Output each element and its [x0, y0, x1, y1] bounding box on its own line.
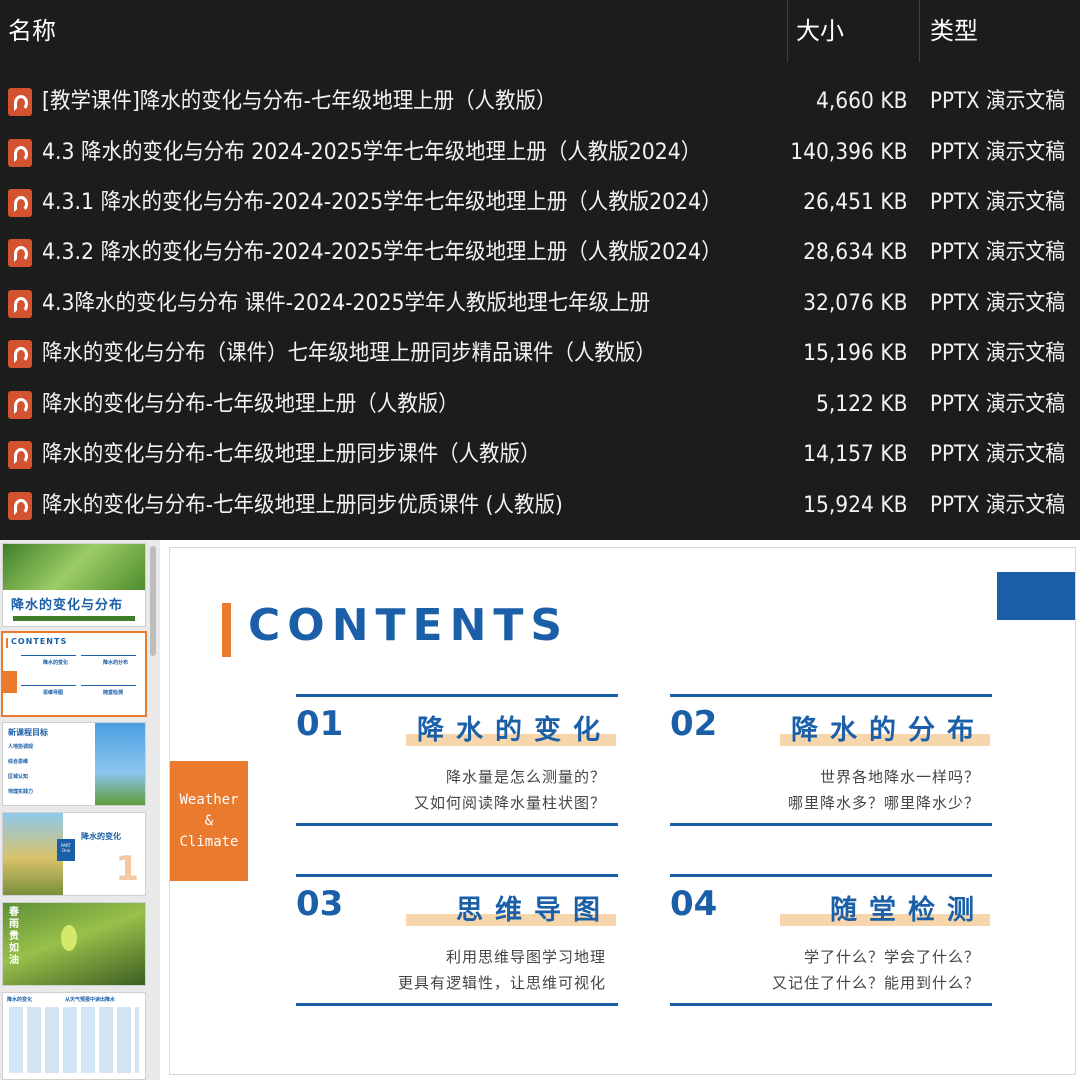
decorative-blue-block: [997, 572, 1075, 620]
pptx-file-icon: [8, 290, 32, 318]
section-heading: 降水的变化: [417, 715, 612, 746]
pptx-file-icon: [8, 189, 32, 217]
thumb-title: 新课程目标: [8, 728, 48, 737]
file-row[interactable]: 4.3.2 降水的变化与分布-2024-2025学年七年级地理上册（人教版202…: [0, 228, 1080, 278]
file-name: 4.3.2 降水的变化与分布-2024-2025学年七年级地理上册（人教版202…: [42, 240, 722, 265]
side-label-line: &: [204, 812, 214, 829]
thumb-title: 降水的变化: [81, 832, 121, 841]
file-row[interactable]: 降水的变化与分布（课件）七年级地理上册同步精品课件（人教版） 15,196 KB…: [0, 329, 1080, 379]
contents-section-3: 03 思维导图 利用思维导图学习地理 更具有逻辑性，让思维可视化: [296, 874, 618, 1006]
file-type: PPTX 演示文稿: [930, 190, 1066, 215]
side-label-line: Climate: [179, 833, 239, 850]
weather-icon-grid: [9, 1007, 139, 1073]
file-row[interactable]: 4.3 降水的变化与分布 2024-2025学年七年级地理上册（人教版2024）…: [0, 128, 1080, 178]
file-name: 4.3.1 降水的变化与分布-2024-2025学年七年级地理上册（人教版202…: [42, 190, 722, 215]
column-header-name[interactable]: 名称: [8, 0, 56, 62]
side-label-line: Weather: [179, 791, 239, 808]
file-type: PPTX 演示文稿: [930, 240, 1066, 265]
file-name: 降水的变化与分布-七年级地理上册同步优质课件 (人教版): [42, 493, 563, 518]
file-size: 15,196 KB: [802, 341, 907, 366]
leaf-photo: [3, 544, 145, 590]
section-description: 降水量是怎么测量的？ 又如何阅读降水量柱状图？: [413, 768, 606, 812]
pptx-file-icon: [8, 340, 32, 368]
thumbnail-scrollbar[interactable]: [150, 546, 156, 656]
file-name: 4.3降水的变化与分布 课件-2024-2025学年人教版地理七年级上册: [42, 291, 651, 316]
file-size: 32,076 KB: [802, 291, 907, 316]
section-description: 世界各地降水一样吗？ 哪里降水多？哪里降水少？: [787, 768, 980, 812]
thumb-title: CONTENTS: [11, 637, 68, 646]
section-heading: 思维导图: [456, 895, 612, 926]
file-size: 15,924 KB: [802, 493, 907, 518]
slide-thumbnail-4[interactable]: PART One 降水的变化 1: [3, 813, 145, 895]
slide-thumbnail-2[interactable]: CONTENTS 降水的变化 降水的分布 思维导图 随堂检测: [3, 633, 145, 715]
file-size: 28,634 KB: [802, 240, 907, 265]
sort-arrow-icon[interactable]: ˇ: [384, 0, 393, 15]
file-type: PPTX 演示文稿: [930, 140, 1066, 165]
section-number: 02: [670, 704, 718, 744]
section-heading: 降水的分布: [791, 715, 986, 746]
thumb-title: 降水的变化与分布: [11, 598, 124, 613]
thumb-title: 春雨贵如油: [9, 907, 19, 966]
section-number: 04: [670, 884, 718, 924]
file-size: 14,157 KB: [802, 442, 907, 467]
pptx-file-icon: [8, 441, 32, 469]
file-size: 4,660 KB: [815, 89, 907, 114]
file-name: 降水的变化与分布-七年级地理上册（人教版）: [42, 392, 459, 417]
file-type: PPTX 演示文稿: [930, 442, 1066, 467]
column-header-size[interactable]: 大小: [796, 0, 844, 62]
file-row[interactable]: 降水的变化与分布-七年级地理上册同步优质课件 (人教版) 15,924 KB P…: [0, 481, 1080, 531]
contents-section-1: 01 降水的变化 降水量是怎么测量的？ 又如何阅读降水量柱状图？: [296, 694, 618, 826]
file-row[interactable]: 降水的变化与分布-七年级地理上册同步课件（人教版） 14,157 KB PPTX…: [0, 430, 1080, 480]
file-type: PPTX 演示文稿: [930, 291, 1066, 316]
file-type: PPTX 演示文稿: [930, 89, 1066, 114]
file-explorer: ˇ 名称 大小 类型 [教学课件]降水的变化与分布-七年级地理上册（人教版） 4…: [0, 0, 1080, 540]
column-header-type[interactable]: 类型: [930, 0, 978, 62]
file-size: 26,451 KB: [802, 190, 907, 215]
slide-thumbnail-panel: 降水的变化与分布 CONTENTS 降水的变化 降水的分布 思维导图 随堂检测 …: [0, 540, 160, 1080]
file-type: PPTX 演示文稿: [930, 392, 1066, 417]
contents-section-4: 04 随堂检测 学了什么？学会了什么？ 又记住了什么？能用到什么？: [670, 874, 992, 1006]
file-size: 140,396 KB: [789, 140, 907, 165]
file-type: PPTX 演示文稿: [930, 341, 1066, 366]
title-accent-bar: [222, 603, 231, 657]
slide-thumbnail-1[interactable]: 降水的变化与分布: [3, 544, 145, 626]
file-row[interactable]: 4.3.1 降水的变化与分布-2024-2025学年七年级地理上册（人教版202…: [0, 178, 1080, 228]
column-divider[interactable]: [787, 0, 788, 62]
slide-thumbnail-5[interactable]: 春雨贵如油: [3, 903, 145, 985]
file-name: 4.3 降水的变化与分布 2024-2025学年七年级地理上册（人教版2024）: [42, 140, 702, 165]
contents-section-2: 02 降水的分布 世界各地降水一样吗？ 哪里降水多？哪里降水少？: [670, 694, 992, 826]
section-heading: 随堂检测: [830, 895, 986, 926]
file-name: 降水的变化与分布-七年级地理上册同步课件（人教版）: [42, 442, 541, 467]
pptx-file-icon: [8, 239, 32, 267]
section-description: 学了什么？学会了什么？ 又记住了什么？能用到什么？: [771, 948, 980, 992]
section-description: 利用思维导图学习地理 更具有逻辑性，让思维可视化: [397, 948, 606, 992]
column-divider[interactable]: [919, 0, 920, 62]
pptx-file-icon: [8, 139, 32, 167]
pptx-file-icon: [8, 88, 32, 116]
pptx-file-icon: [8, 391, 32, 419]
file-row[interactable]: 降水的变化与分布-七年级地理上册（人教版） 5,122 KB PPTX 演示文稿: [0, 380, 1080, 430]
file-name: [教学课件]降水的变化与分布-七年级地理上册（人教版）: [42, 89, 557, 114]
slide-title: CONTENTS: [248, 600, 570, 651]
file-type: PPTX 演示文稿: [930, 493, 1066, 518]
slide-thumbnail-3[interactable]: 新课程目标 人地协调观 综合思维 区域认知 地理实践力: [3, 723, 145, 805]
slide-canvas[interactable]: CONTENTS Weather & Climate 01 降水的变化 降水量是…: [170, 548, 1075, 1074]
file-row[interactable]: 4.3降水的变化与分布 课件-2024-2025学年人教版地理七年级上册 32,…: [0, 279, 1080, 329]
file-name: 降水的变化与分布（课件）七年级地理上册同步精品课件（人教版）: [42, 341, 656, 366]
side-label-block: Weather & Climate: [170, 761, 248, 881]
file-size: 5,122 KB: [815, 392, 907, 417]
sprout-icon: [61, 925, 77, 951]
section-number: 01: [296, 704, 344, 744]
pptx-file-icon: [8, 492, 32, 520]
section-number: 03: [296, 884, 344, 924]
file-row[interactable]: [教学课件]降水的变化与分布-七年级地理上册（人教版） 4,660 KB PPT…: [0, 77, 1080, 127]
slide-thumbnail-6[interactable]: 降水的变化 从天气预报中读出降水: [3, 993, 145, 1079]
